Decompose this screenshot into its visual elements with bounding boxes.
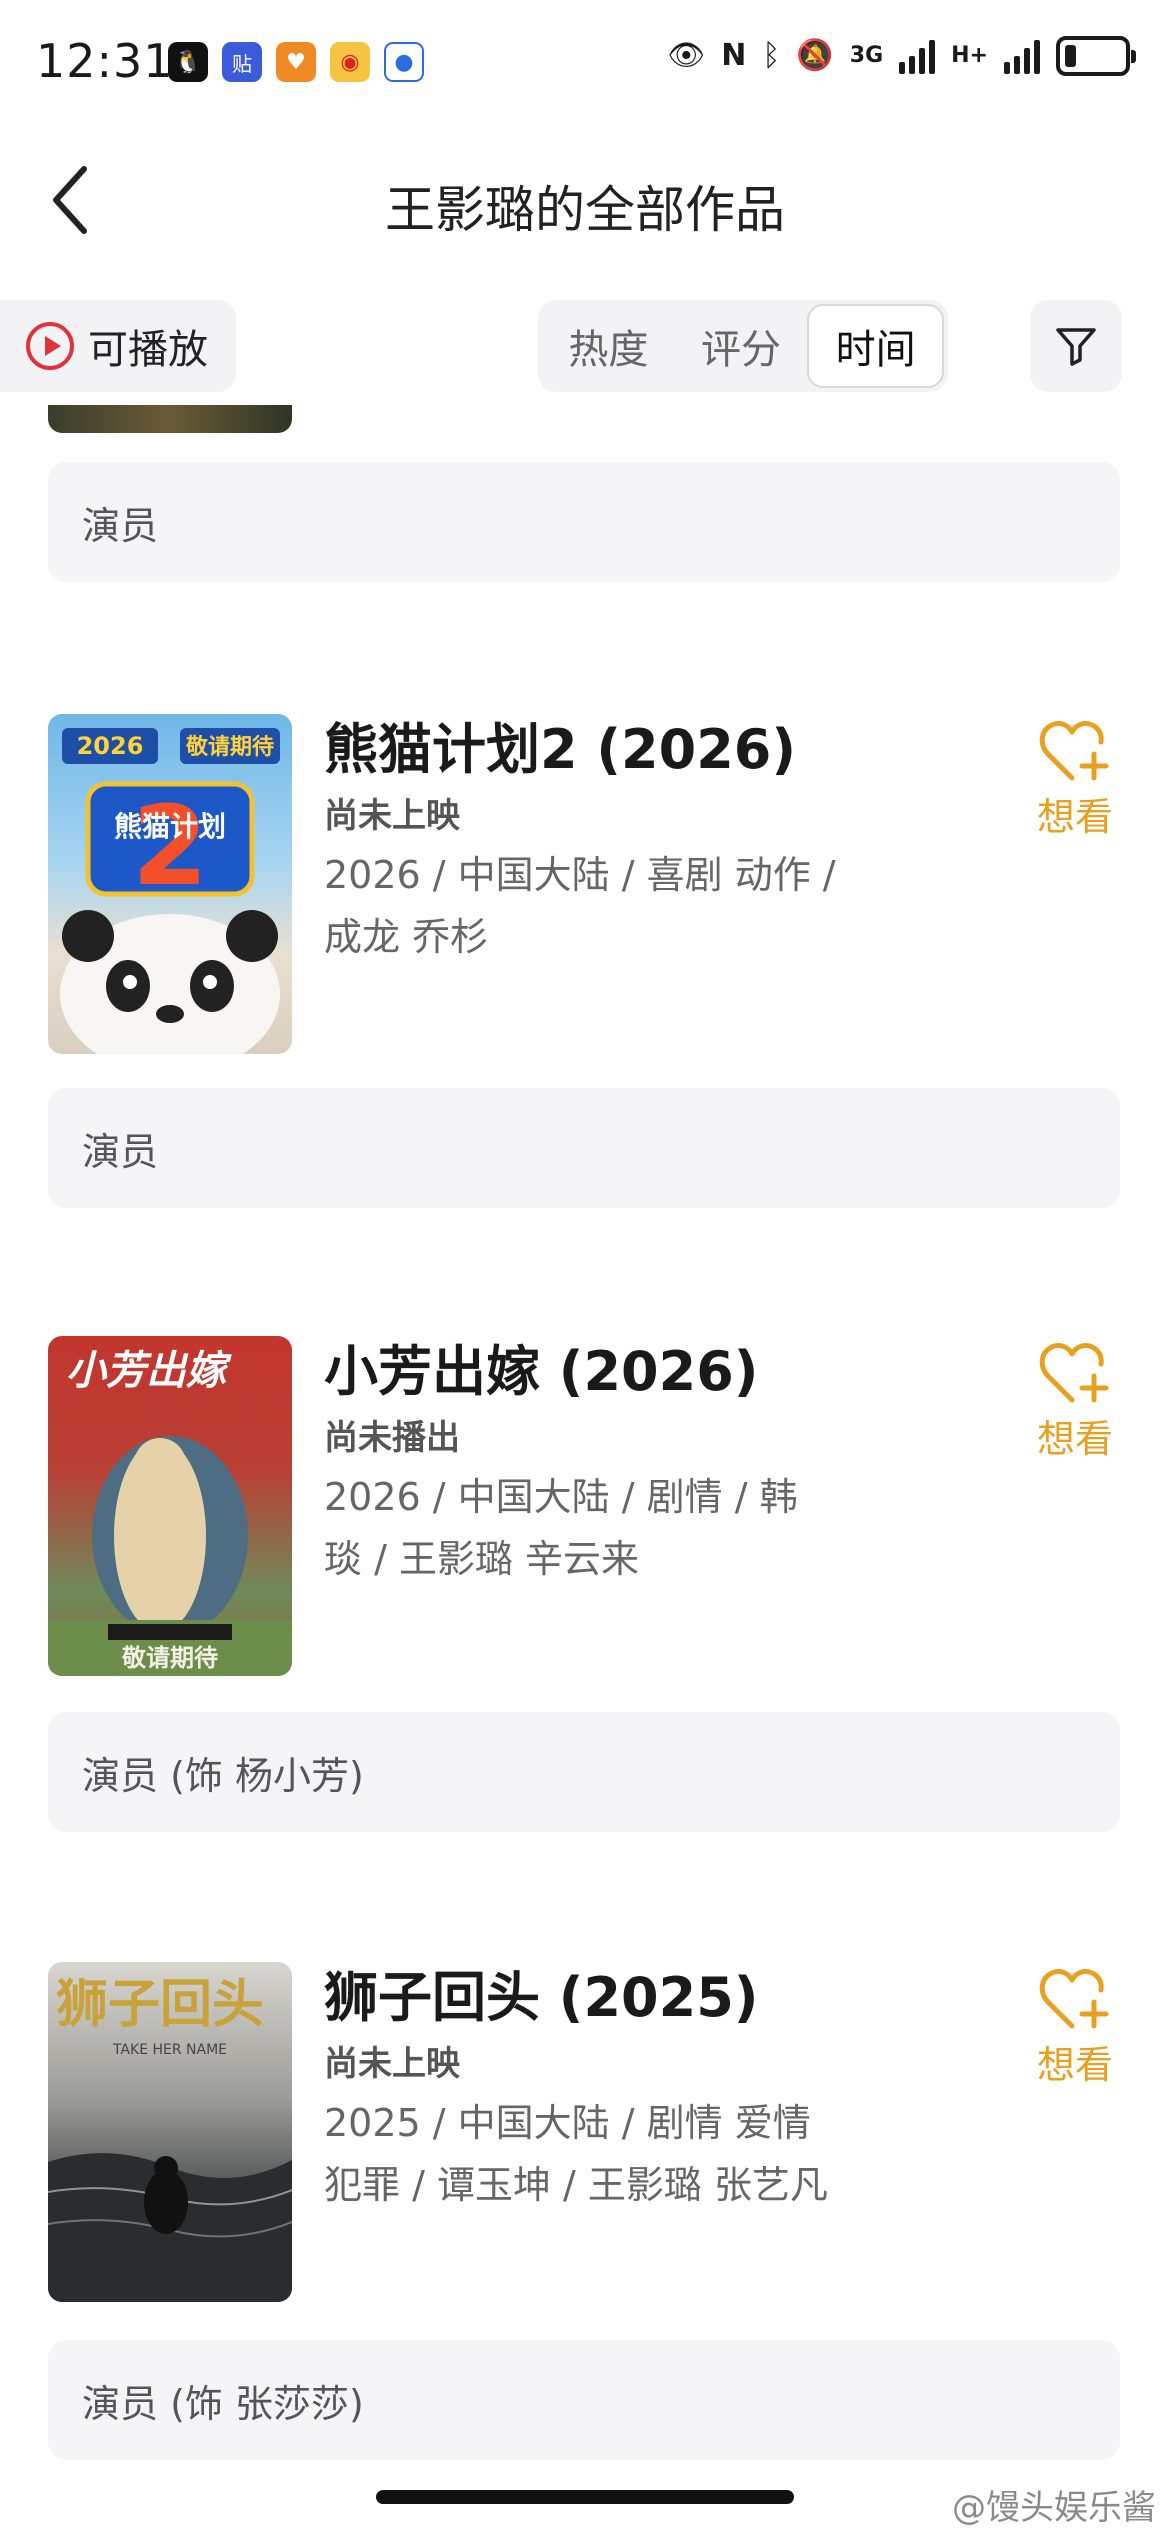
poster-subtitle: TAKE HER NAME [112,2042,227,2058]
playable-label: 可播放 [88,327,208,373]
signal-icon [899,38,936,74]
lion-poster-art: 狮子回头 TAKE HER NAME [48,1974,292,2302]
app-icon: ● [384,42,424,82]
want-to-watch-button[interactable]: 想看 [1030,1968,1120,2089]
role-bar: 演员 [48,462,1120,582]
want-label: 想看 [1036,1417,1113,1461]
poster-image: 狮子回头 TAKE HER NAME [48,1962,292,2302]
heart-plus-icon [1039,1969,1109,2029]
poster-badge-year: 2026 [77,732,144,760]
release-status: 尚未上映 [324,2044,460,2084]
work-title[interactable]: 狮子回头 (2025) [324,1962,964,2034]
poster-title: 熊猫计划 [114,810,226,843]
bluetooth-icon: ᛒ [762,38,781,73]
weibo-icon: ◉ [330,42,370,82]
sort-tab-popularity[interactable]: 热度 [542,304,675,388]
list-item[interactable]: 小芳出嫁 敬请期待 小芳出嫁 (2026) 尚未播出 2026 / 中国大陆 /… [48,1336,1120,1676]
partial-poster [48,405,292,433]
list-item[interactable]: 狮子回头 TAKE HER NAME 狮子回头 (2025) 尚未上映 2025… [48,1962,1120,2302]
role-bar: 演员 [48,1088,1120,1208]
status-indicators: 👁 N ᛒ 🔕 3G H+ [667,36,1136,76]
want-label: 想看 [1036,2043,1113,2087]
network-type-label-2: H+ [951,43,988,68]
work-title[interactable]: 小芳出嫁 (2026) [324,1336,964,1408]
release-status: 尚未播出 [324,1418,460,1458]
role-bar: 演员 (饰 杨小芳) [48,1712,1120,1832]
playable-filter-button[interactable]: 可播放 [0,300,236,392]
heart-plus-icon [1039,1343,1109,1403]
item-info: 狮子回头 (2025) 尚未上映 2025 / 中国大陆 / 剧情 爱情 犯罪 … [324,1962,964,2216]
network-type-label: 3G [849,43,884,68]
work-meta-line1: 2026 / 中国大陆 / 喜剧 动作 / [324,853,836,897]
status-app-icons: 🐧 贴 ♥ ◉ ● [168,42,424,82]
svg-text:2: 2 [132,782,209,910]
play-circle-icon [26,322,74,370]
poster-title: 狮子回头 [56,1974,264,2035]
poster-title: 小芳出嫁 [66,1347,232,1394]
poster-image: 2026 敬请期待 2 熊猫计划 [48,714,292,1054]
item-info: 小芳出嫁 (2026) 尚未播出 2026 / 中国大陆 / 剧情 / 韩 琰 … [324,1336,964,1590]
work-title[interactable]: 熊猫计划2 (2026) [324,714,964,786]
heart-plus-icon [1039,721,1109,781]
sort-tab-rating[interactable]: 评分 [675,304,808,388]
sort-tabs: 热度 评分 时间 [538,300,948,392]
eye-icon: 👁 [667,38,706,73]
page-title: 王影璐的全部作品 [385,181,785,239]
filter-row: 可播放 热度 评分 时间 [0,300,1170,392]
role-bar: 演员 (饰 张莎莎) [48,2340,1120,2460]
work-meta-line2: 成龙 乔杉 [324,915,489,959]
bell-muted-icon: 🔕 [796,38,834,73]
poster-footer: 敬请期待 [121,1644,218,1672]
heart-app-icon: ♥ [276,42,316,82]
poster-image: 小芳出嫁 敬请期待 [48,1336,292,1676]
sort-tab-time[interactable]: 时间 [807,304,945,388]
battery-icon [1056,36,1136,76]
qq-icon: 🐧 [168,42,208,82]
work-meta-line1: 2025 / 中国大陆 / 剧情 爱情 [324,2101,811,2145]
xiaofang-poster-art: 小芳出嫁 敬请期待 [48,1347,292,1676]
panda-poster-art: 2026 敬请期待 2 熊猫计划 [60,728,280,1054]
work-meta-line2: 犯罪 / 谭玉坤 / 王影璐 张艺凡 [324,2163,829,2207]
list-item[interactable]: 2026 敬请期待 2 熊猫计划 熊猫计划2 (2026) 尚未上映 2026 … [48,714,1120,1054]
funnel-icon [1056,328,1096,366]
poster-badge-text: 敬请期待 [185,734,274,760]
status-bar: 12:31 🐧 贴 ♥ ◉ ● 👁 N ᛒ 🔕 3G H+ [0,0,1170,120]
header: 王影璐的全部作品 [0,120,1170,280]
item-info: 熊猫计划2 (2026) 尚未上映 2026 / 中国大陆 / 喜剧 动作 / … [324,714,964,968]
nfc-icon: N [721,38,747,73]
status-time: 12:31 [36,34,174,88]
tieba-icon: 贴 [222,42,262,82]
want-label: 想看 [1036,795,1113,839]
signal-icon-2 [1004,38,1040,74]
want-to-watch-button[interactable]: 想看 [1030,1342,1120,1463]
work-meta-line2: 琰 / 王影璐 辛云来 [324,1537,640,1581]
home-indicator[interactable] [376,2490,794,2504]
watermark: @馒头娱乐酱 [952,2488,1156,2528]
release-status: 尚未上映 [324,796,460,836]
want-to-watch-button[interactable]: 想看 [1030,720,1120,841]
filter-button[interactable] [1030,300,1122,392]
work-meta-line1: 2026 / 中国大陆 / 剧情 / 韩 [324,1475,798,1519]
